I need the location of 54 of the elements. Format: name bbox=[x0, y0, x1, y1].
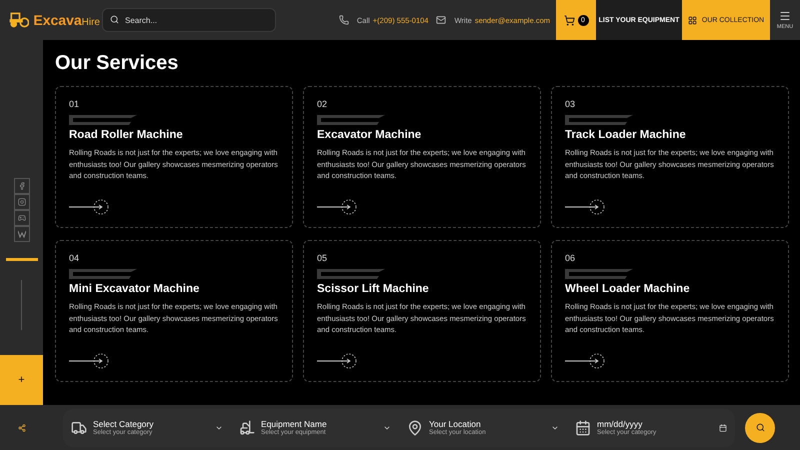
search-field[interactable]: Search... bbox=[102, 8, 276, 32]
instagram-link[interactable] bbox=[14, 194, 30, 210]
search-icon bbox=[756, 423, 764, 432]
arrow-circle-icon[interactable] bbox=[317, 199, 357, 215]
add-button[interactable]: + bbox=[0, 355, 43, 405]
card-number: 05 bbox=[317, 253, 328, 263]
arrow-circle-icon[interactable] bbox=[565, 353, 605, 369]
card-title: Road Roller Machine bbox=[69, 129, 184, 141]
card-number: 01 bbox=[69, 99, 80, 109]
card-number: 04 bbox=[69, 253, 80, 263]
filter-label[interactable]: Select Category bbox=[93, 419, 209, 429]
card-number: 03 bbox=[565, 99, 576, 109]
phone-icon bbox=[338, 15, 349, 25]
road-roller-logo-icon bbox=[8, 10, 30, 30]
decorative-bar-icon bbox=[317, 269, 385, 279]
card-title: Scissor Lift Machine bbox=[317, 283, 430, 295]
cart-icon bbox=[564, 14, 574, 26]
search-button[interactable] bbox=[745, 412, 775, 442]
section-title: Our Services bbox=[55, 51, 180, 76]
filter-label[interactable]: mm/dd/yyyy bbox=[597, 419, 713, 429]
forklift-icon bbox=[239, 420, 255, 436]
grid-icon bbox=[688, 16, 697, 24]
decorative-bar-icon bbox=[69, 115, 137, 125]
card-number: 02 bbox=[317, 99, 328, 109]
social-link[interactable] bbox=[14, 226, 30, 242]
menu-icon bbox=[779, 10, 791, 22]
card-title: Mini Excavator Machine bbox=[69, 283, 200, 295]
gamepad-icon bbox=[18, 214, 26, 222]
arrow-circle-icon[interactable] bbox=[317, 353, 357, 369]
card-title: Track Loader Machine bbox=[565, 129, 687, 141]
search-icon bbox=[110, 15, 119, 24]
logo-text: ExcavaHire bbox=[33, 12, 100, 28]
arrow-circle-icon[interactable] bbox=[69, 199, 109, 215]
mail-icon bbox=[436, 15, 446, 25]
decorative-bar-icon bbox=[317, 115, 385, 125]
arrow-circle-icon[interactable] bbox=[565, 199, 605, 215]
facebook-link[interactable] bbox=[14, 178, 30, 194]
filter-label[interactable]: Equipment Name bbox=[261, 419, 377, 429]
card-number: 06 bbox=[565, 253, 576, 263]
card-title: Wheel Loader Machine bbox=[565, 283, 691, 295]
decorative-bar-icon bbox=[69, 269, 137, 279]
decorative-bar-icon bbox=[565, 115, 633, 125]
w-icon bbox=[18, 230, 26, 238]
decorative-bar-icon bbox=[565, 269, 633, 279]
filter-label[interactable]: Your Location bbox=[429, 419, 545, 429]
share-icon[interactable] bbox=[18, 424, 26, 432]
arrow-circle-icon[interactable] bbox=[69, 353, 109, 369]
gamepad-link[interactable] bbox=[14, 210, 30, 226]
calendar-icon[interactable] bbox=[719, 424, 727, 432]
facebook-icon bbox=[18, 182, 26, 190]
card-title: Excavator Machine bbox=[317, 129, 422, 141]
calendar-icon bbox=[575, 420, 591, 436]
location-pin-icon bbox=[407, 420, 423, 436]
instagram-icon bbox=[18, 198, 26, 206]
